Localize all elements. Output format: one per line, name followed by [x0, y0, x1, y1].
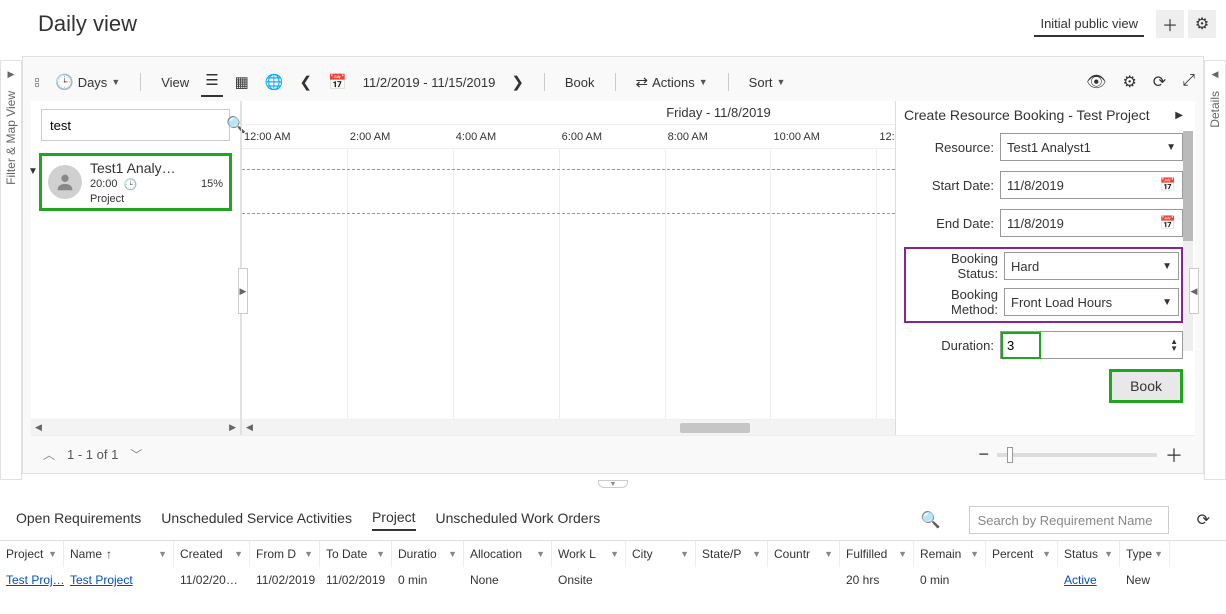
search-icon[interactable]: 🔍 [921, 510, 941, 530]
clock-icon: 🕒 [124, 178, 138, 191]
requirements-table: Project▼ Name↑▼ Created▼ From D▼ To Date… [0, 540, 1226, 593]
start-date-input[interactable]: 11/8/2019📅 [1000, 171, 1183, 199]
schedule-board: 🕒 Days ▼ View ☰ ▦ 🌐 ❮ 📅 11/2/2019 - 11/1… [22, 56, 1204, 474]
pager-bar: ︿ 1 - 1 of 1 ﹀ − ＋ [31, 435, 1195, 473]
page-header: Daily view Initial public view ＋ ⚙ [0, 0, 1226, 48]
grid-view-icon[interactable]: ▦ [231, 69, 253, 95]
chevron-down-icon[interactable]: ▼ [28, 166, 38, 177]
refresh-icon[interactable]: ⟳ [1197, 510, 1210, 530]
book-submit-button[interactable]: Book [1112, 372, 1180, 400]
resource-search[interactable]: 🔍 [41, 109, 230, 141]
end-date-input[interactable]: 11/8/2019📅 [1000, 209, 1183, 237]
book-button-highlight: Book [1109, 369, 1183, 403]
swap-icon: ⇄ [636, 73, 649, 91]
panel-collapse-button[interactable]: ▶ [1175, 110, 1183, 121]
next-range-button[interactable]: ❯ [507, 69, 528, 95]
page-up-button[interactable]: ︿ [43, 446, 55, 463]
table-header: Project▼ Name↑▼ Created▼ From D▼ To Date… [0, 541, 1226, 567]
days-dropdown[interactable]: 🕒 Days ▼ [51, 69, 124, 95]
tab-open-requirements[interactable]: Open Requirements [16, 510, 141, 530]
zoom-slider[interactable] [997, 453, 1157, 457]
resource-card[interactable]: ▼ Test1 Analy… 20:00 🕒 15% Project [39, 153, 232, 211]
expand-left-handle[interactable]: ▶ [238, 268, 248, 314]
filter-map-panel-collapsed[interactable]: ▶ Filter & Map View [0, 60, 22, 480]
resource-select[interactable]: Test1 Analyst1▼ [1000, 133, 1183, 161]
zoom-out-button[interactable]: − [978, 444, 989, 465]
list-view-icon[interactable]: ☰ [201, 67, 222, 97]
book-button[interactable]: Book [561, 71, 599, 94]
splitter-handle[interactable]: ▼ [0, 480, 1226, 490]
date-range[interactable]: 11/2/2019 - 11/15/2019 [359, 71, 500, 94]
panel-scrollbar[interactable] [1183, 131, 1193, 351]
settings-button[interactable]: ⚙ [1188, 10, 1216, 38]
pager-text: 1 - 1 of 1 [67, 447, 118, 462]
clock-icon: 🕒 [55, 73, 74, 91]
filter-map-label: Filter & Map View [4, 91, 18, 185]
sort-dropdown[interactable]: Sort ▼ [745, 71, 790, 94]
details-label: Details [1208, 91, 1222, 128]
resources-column: 🔍 ▼ Test1 Analy… 20:00 🕒 15% Project [31, 101, 241, 435]
table-row[interactable]: Test Proj… Test Project 11/02/20… 11/02/… [0, 567, 1226, 593]
actions-dropdown[interactable]: ⇄ Actions ▼ [632, 69, 712, 95]
requirements-tabs: Open Requirements Unscheduled Service Ac… [0, 496, 1226, 540]
calendar-icon[interactable]: 📅 [1160, 177, 1176, 193]
create-booking-panel: Create Resource Booking - Test Project ▶… [895, 101, 1195, 435]
expand-collapse-icon[interactable] [35, 78, 39, 87]
refresh-icon[interactable]: ⟳ [1153, 72, 1166, 92]
resource-name: Test1 Analy… [90, 160, 223, 176]
view-label: View [157, 71, 193, 94]
prev-range-button[interactable]: ❮ [296, 69, 317, 95]
fullscreen-icon[interactable]: ⤢ [1182, 72, 1195, 92]
visibility-icon[interactable]: 👁 [1086, 72, 1106, 92]
avatar [48, 165, 82, 199]
duration-stepper[interactable]: ▲▼ [1000, 331, 1183, 359]
details-panel-collapsed[interactable]: ◀ Details [1204, 60, 1226, 480]
map-view-icon[interactable]: 🌐 [261, 69, 288, 95]
add-view-button[interactable]: ＋ [1156, 10, 1184, 38]
booking-method-select[interactable]: Front Load Hours▼ [1004, 288, 1179, 316]
board-toolbar: 🕒 Days ▼ View ☰ ▦ 🌐 ❮ 📅 11/2/2019 - 11/1… [31, 63, 1195, 101]
gear-icon[interactable]: ⚙ [1122, 72, 1136, 92]
zoom-in-button[interactable]: ＋ [1165, 442, 1183, 468]
calendar-icon[interactable]: 📅 [324, 69, 351, 95]
search-input[interactable] [50, 118, 226, 133]
highlighted-booking-group: Booking Status: Hard▼ Booking Method: Fr… [904, 247, 1183, 323]
calendar-icon[interactable]: 📅 [1160, 215, 1176, 231]
panel-title: Create Resource Booking - Test Project [904, 107, 1175, 123]
page-down-button[interactable]: ﹀ [130, 446, 142, 463]
resources-scrollbar[interactable]: ◀▶ [31, 419, 240, 435]
page-title: Daily view [38, 11, 1034, 37]
tab-unscheduled-work-orders[interactable]: Unscheduled Work Orders [436, 510, 601, 530]
requirement-search-input[interactable]: Search by Requirement Name [969, 506, 1169, 534]
tab-project[interactable]: Project [372, 509, 416, 531]
view-selector[interactable]: Initial public view [1034, 12, 1144, 37]
booking-status-select[interactable]: Hard▼ [1004, 252, 1179, 280]
tab-unscheduled-service[interactable]: Unscheduled Service Activities [161, 510, 352, 530]
board-area: 🔍 ▼ Test1 Analy… 20:00 🕒 15% Project [31, 101, 1195, 435]
expand-right-handle[interactable]: ◀ [1189, 268, 1199, 314]
